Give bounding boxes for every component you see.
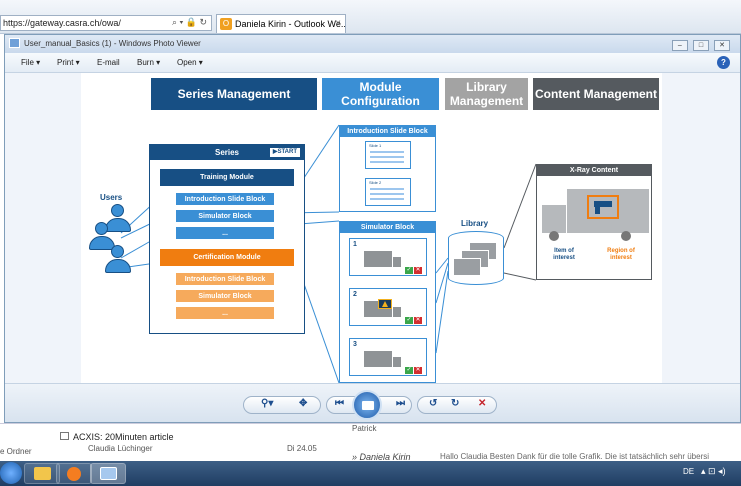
check-icon: ✓ xyxy=(405,317,413,324)
series-panel: Series ▶START Training Module Introducti… xyxy=(149,144,305,334)
region-of-interest-label: Region of interest xyxy=(607,248,635,261)
system-tray[interactable]: ▴ ⊡ ◂) xyxy=(701,466,726,477)
zoom-group xyxy=(243,396,321,414)
menu-burn[interactable]: Burn ▾ xyxy=(137,58,160,67)
more-blocks: ... xyxy=(176,307,274,319)
header-series-management: Series Management xyxy=(151,78,317,110)
reading-pane-preview: Hallo Claudia Besten Dank für die tolle … xyxy=(440,452,710,461)
certification-module: Certification Module xyxy=(160,249,294,266)
cross-icon: ✕ xyxy=(414,317,422,324)
photo-viewer-window: User_manual_Basics (1) - Windows Photo V… xyxy=(4,34,741,423)
item-of-interest-label: Item of interest xyxy=(553,248,575,261)
mail-item-subject[interactable]: ACXIS: 20Minuten article xyxy=(73,432,174,442)
media-player-icon xyxy=(67,467,81,481)
header-library-management: Library Management xyxy=(445,78,528,110)
next-icon[interactable]: ⏭ xyxy=(396,398,405,409)
sim-card: 1 ✓ ✕ xyxy=(349,238,427,276)
cross-icon: ✕ xyxy=(414,367,422,374)
rotate-cw-icon[interactable]: ↻ xyxy=(451,398,459,409)
warning-icon xyxy=(378,299,392,309)
slide-image: Series Management Module Configuration L… xyxy=(81,73,662,383)
language-indicator[interactable]: DE xyxy=(683,467,694,476)
menu-file[interactable]: File ▾ xyxy=(21,58,40,67)
help-icon[interactable]: ? xyxy=(717,56,730,69)
taskbar-explorer[interactable] xyxy=(24,463,60,484)
window-controls: – □ ✕ xyxy=(670,38,730,51)
header-content-management: Content Management xyxy=(533,78,659,110)
browser-toolbar: https://gateway.casra.ch/owa/ ⌕ ▾ 🔒 ↻ O … xyxy=(0,0,741,34)
maximize-button[interactable]: □ xyxy=(692,40,709,51)
sim-panel-title: Simulator Block xyxy=(340,222,435,233)
library-database-icon xyxy=(448,231,504,285)
delete-icon[interactable]: ✕ xyxy=(478,398,486,409)
training-module: Training Module xyxy=(160,169,294,186)
viewer-toolbar: ⚲▾ ✥ ⏮ ⏭ ↺ ↻ ✕ xyxy=(5,383,740,422)
start-button[interactable] xyxy=(0,462,22,484)
mini-slide: Slide 1 xyxy=(365,141,411,169)
mail-item-date: Di 24.05 xyxy=(287,444,317,453)
mini-slide: Slide 2 xyxy=(365,178,411,206)
outlook-icon: O xyxy=(220,18,232,30)
menu-bar: File ▾ Print ▾ E-mail Burn ▾ Open ▾ ? xyxy=(5,53,740,73)
library-label: Library xyxy=(461,219,489,228)
window-title: User_manual_Basics (1) - Windows Photo V… xyxy=(24,39,201,48)
users-label: Users xyxy=(100,193,123,202)
minimize-button[interactable]: – xyxy=(671,40,688,51)
menu-open[interactable]: Open ▾ xyxy=(177,58,203,67)
close-button[interactable]: ✕ xyxy=(714,40,730,51)
sim-card: 2 ✓ ✕ xyxy=(349,288,427,326)
menu-print[interactable]: Print ▾ xyxy=(57,58,80,67)
zoom-icon[interactable]: ⚲▾ xyxy=(261,398,273,409)
window-titlebar[interactable]: User_manual_Basics (1) - Windows Photo V… xyxy=(5,35,740,53)
close-icon[interactable]: × xyxy=(335,15,341,33)
slideshow-button[interactable] xyxy=(352,390,382,420)
region-of-interest-box xyxy=(587,195,619,219)
intro-slide-block: Introduction Slide Block xyxy=(176,193,274,205)
simulator-block: Simulator Block xyxy=(176,290,274,302)
intro-slide-block: Introduction Slide Block xyxy=(176,273,274,285)
photo-viewer-icon xyxy=(9,38,20,48)
user-icon xyxy=(105,245,131,275)
actual-size-icon[interactable]: ✥ xyxy=(299,398,307,409)
mail-item-sender: Claudia Lüchinger xyxy=(88,444,153,453)
folder-icon xyxy=(34,467,51,480)
simulator-block: Simulator Block xyxy=(176,210,274,222)
more-blocks: ... xyxy=(176,227,274,239)
header-module-configuration: Module Configuration xyxy=(322,78,439,110)
xray-title: X-Ray Content xyxy=(537,165,651,176)
check-icon: ✓ xyxy=(405,267,413,274)
start-tag: ▶START xyxy=(269,148,300,157)
photo-viewer-icon xyxy=(100,467,117,480)
intro-panel-title: Introduction Slide Block xyxy=(340,126,435,137)
browser-tab-outlook[interactable]: O Daniela Kirin - Outlook We... × xyxy=(216,14,346,33)
simulator-panel: Simulator Block 1 ✓ ✕ 2 ✓ ✕ 3 ✓ ✕ xyxy=(339,221,436,383)
envelope-icon xyxy=(60,432,69,440)
reading-pane-name: Patrick xyxy=(352,424,377,433)
intro-slide-panel: Introduction Slide Block Slide 1 Slide 2 xyxy=(339,125,436,212)
check-icon: ✓ xyxy=(405,367,413,374)
truck-icon xyxy=(364,251,392,267)
truck-icon xyxy=(364,351,392,367)
address-bar-icons[interactable]: ⌕ ▾ 🔒 ↻ xyxy=(172,17,207,28)
taskbar-media-player[interactable] xyxy=(56,463,92,484)
cross-icon: ✕ xyxy=(414,267,422,274)
rotate-ccw-icon[interactable]: ↺ xyxy=(429,398,437,409)
image-canvas: Series Management Module Configuration L… xyxy=(5,73,740,421)
taskbar-photo-viewer[interactable] xyxy=(90,463,126,484)
taskbar xyxy=(0,461,741,486)
previous-icon[interactable]: ⏮ xyxy=(335,398,344,409)
folder-label[interactable]: e Ordner xyxy=(0,447,32,456)
xray-content-panel: X-Ray Content Item of interest Region of… xyxy=(536,164,652,280)
tab-title: Daniela Kirin - Outlook We... xyxy=(235,19,346,29)
menu-email[interactable]: E-mail xyxy=(97,58,120,67)
series-title: Series ▶START xyxy=(150,145,304,160)
sim-card: 3 ✓ ✕ xyxy=(349,338,427,376)
